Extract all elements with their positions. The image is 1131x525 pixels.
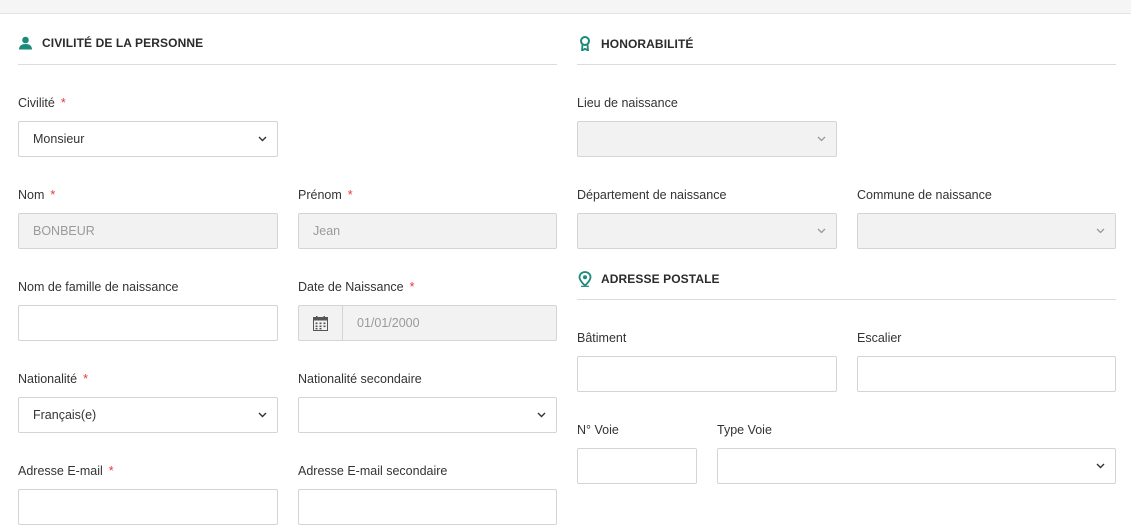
required-asterisk: * (108, 464, 114, 478)
departement-naissance-select[interactable] (577, 213, 837, 249)
section-divider (18, 64, 557, 65)
required-asterisk: * (50, 188, 56, 202)
batiment-label: Bâtiment (577, 331, 627, 345)
prenom-input[interactable]: Jean (298, 213, 557, 249)
nationalite-label: Nationalité * (18, 372, 88, 386)
civilite-select[interactable]: Monsieur (18, 121, 278, 157)
prenom-value: Jean (313, 224, 341, 238)
escalier-input[interactable] (857, 356, 1116, 392)
nom-naissance-label: Nom de famille de naissance (18, 280, 179, 294)
chevron-down-icon (247, 136, 277, 142)
person-icon (18, 36, 33, 50)
chevron-down-icon (806, 228, 836, 234)
date-naissance-input[interactable]: 01/01/2000 (298, 305, 557, 341)
section-header-adresse: ADRESSE POSTALE (578, 271, 720, 287)
departement-naissance-label: Département de naissance (577, 188, 727, 202)
section-divider (577, 299, 1116, 300)
section-header-civilite: CIVILITÉ DE LA PERSONNE (18, 36, 203, 50)
section-title-honorabilite: HONORABILITÉ (601, 36, 694, 51)
calendar-icon[interactable] (299, 306, 343, 340)
required-asterisk: * (83, 372, 88, 386)
chevron-down-icon (806, 136, 836, 142)
lieu-naissance-select[interactable] (577, 121, 837, 157)
num-voie-input[interactable] (577, 448, 697, 484)
section-header-honorabilite: HONORABILITÉ (578, 36, 694, 51)
chevron-down-icon (247, 412, 277, 418)
nationalite-secondaire-select[interactable] (298, 397, 557, 433)
email-label: Adresse E-mail * (18, 464, 114, 478)
nationalite-value: Français(e) (33, 408, 97, 422)
batiment-input[interactable] (577, 356, 837, 392)
map-pin-icon (578, 271, 592, 287)
type-voie-label: Type Voie (717, 423, 772, 437)
required-asterisk: * (60, 96, 66, 110)
date-naissance-value: 01/01/2000 (357, 316, 420, 330)
chevron-down-icon (1085, 228, 1115, 234)
email-secondaire-label: Adresse E-mail secondaire (298, 464, 448, 478)
civilite-label: Civilité * (18, 96, 66, 110)
civilite-value: Monsieur (33, 132, 85, 146)
email-secondaire-input[interactable] (298, 489, 557, 525)
nom-label: Nom * (18, 188, 56, 202)
type-voie-select[interactable] (717, 448, 1116, 484)
section-title-adresse: ADRESSE POSTALE (601, 272, 720, 286)
nationalite-secondaire-label: Nationalité secondaire (298, 372, 422, 386)
chevron-down-icon (1085, 463, 1115, 469)
email-input[interactable] (18, 489, 278, 525)
required-asterisk: * (409, 280, 415, 294)
nationalite-select[interactable]: Français(e) (18, 397, 278, 433)
commune-naissance-select[interactable] (857, 213, 1116, 249)
date-naissance-label: Date de Naissance * (298, 280, 415, 294)
nom-input[interactable]: BONBEUR (18, 213, 278, 249)
ribbon-badge-icon (578, 36, 592, 51)
top-bar (0, 0, 1131, 14)
section-divider (577, 64, 1116, 65)
lieu-naissance-label: Lieu de naissance (577, 96, 678, 110)
num-voie-label: N° Voie (577, 423, 619, 437)
escalier-label: Escalier (857, 331, 902, 345)
commune-naissance-label: Commune de naissance (857, 188, 992, 202)
nom-naissance-input[interactable] (18, 305, 278, 341)
prenom-label: Prénom * (298, 188, 353, 202)
chevron-down-icon (526, 412, 556, 418)
required-asterisk: * (347, 188, 353, 202)
section-title-civilite: CIVILITÉ DE LA PERSONNE (42, 36, 204, 50)
nom-value: BONBEUR (33, 224, 95, 238)
